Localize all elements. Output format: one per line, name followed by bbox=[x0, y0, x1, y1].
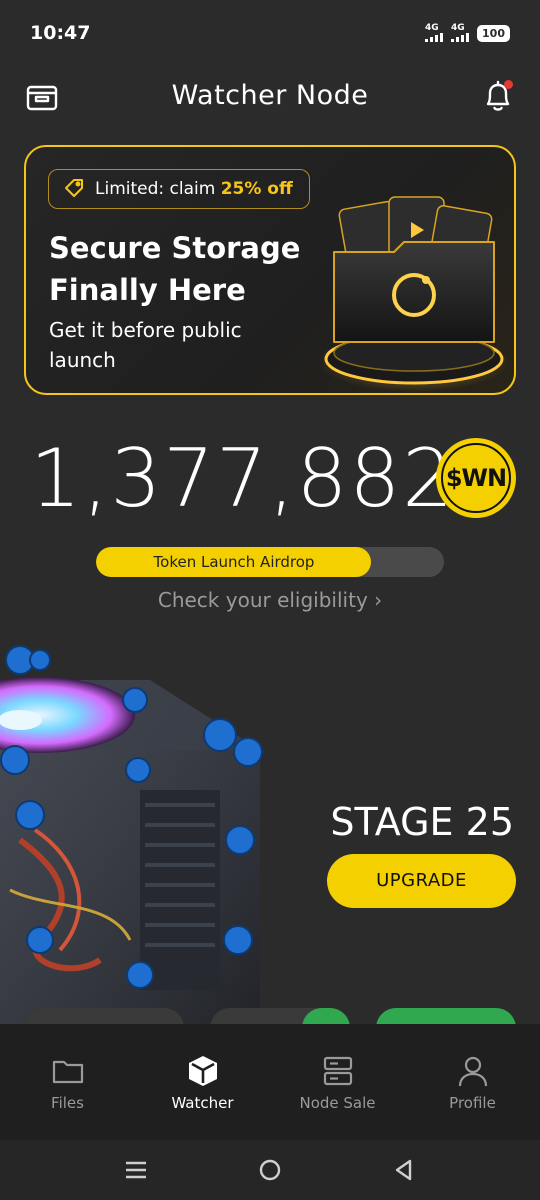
badge-highlight: 25% off bbox=[220, 179, 293, 199]
nav-item-files[interactable]: Files bbox=[0, 1024, 135, 1140]
user-icon bbox=[458, 1056, 487, 1087]
nav-item-label: Files bbox=[51, 1094, 84, 1112]
promo-subtitle: Get it before public launch bbox=[49, 318, 242, 372]
system-nav-bar bbox=[0, 1140, 540, 1200]
network-label: 4G bbox=[451, 23, 465, 33]
network-label: 4G bbox=[425, 23, 439, 33]
nav-item-label: Watcher bbox=[171, 1094, 234, 1112]
token-symbol: $WN bbox=[445, 464, 507, 492]
recents-icon[interactable] bbox=[124, 1158, 148, 1182]
airdrop-label: Token Launch Airdrop bbox=[153, 553, 315, 571]
check-eligibility-text: Check your eligibility bbox=[157, 588, 368, 612]
nav-item-label: Node Sale bbox=[299, 1094, 376, 1112]
nav-item-node-sale[interactable]: Node Sale bbox=[270, 1024, 405, 1140]
watcher-node-illustration bbox=[0, 645, 263, 1025]
app-header: Watcher Node bbox=[0, 66, 540, 132]
promo-title: Secure Storage Finally Here bbox=[49, 231, 301, 307]
chevron-right-icon: › bbox=[374, 588, 383, 612]
secure-folder-illustration bbox=[319, 196, 509, 392]
airdrop-progress-bar[interactable]: Token Launch Airdrop bbox=[96, 547, 444, 577]
node-stage: STAGE 25 bbox=[330, 800, 514, 844]
back-icon[interactable] bbox=[392, 1158, 416, 1182]
status-time: 10:47 bbox=[30, 22, 91, 44]
promo-banner[interactable]: Limited: claim 25% off Secure Storage Fi… bbox=[24, 145, 516, 395]
signal-icon: 4G bbox=[425, 23, 444, 42]
bottom-nav: Files Watcher Node Sale Profile bbox=[0, 1024, 540, 1140]
status-bar: 10:47 4G 4G 100 bbox=[0, 0, 540, 66]
status-icons: 4G 4G 100 bbox=[425, 24, 510, 42]
token-balance: 1,377,882 bbox=[30, 432, 456, 525]
nav-item-watcher[interactable]: Watcher bbox=[135, 1024, 270, 1140]
token-coin-icon: $WN bbox=[436, 438, 516, 518]
nav-item-label: Profile bbox=[449, 1094, 496, 1112]
home-icon[interactable] bbox=[258, 1158, 282, 1182]
tag-icon bbox=[65, 179, 83, 197]
page-title: Watcher Node bbox=[171, 80, 369, 111]
folder-icon bbox=[52, 1060, 83, 1084]
server-icon bbox=[323, 1056, 352, 1086]
upgrade-button[interactable]: UPGRADE bbox=[327, 854, 516, 908]
battery-icon: 100 bbox=[477, 24, 510, 42]
nav-item-profile[interactable]: Profile bbox=[405, 1024, 540, 1140]
notification-badge bbox=[504, 80, 513, 89]
discount-badge: Limited: claim 25% off bbox=[48, 169, 310, 209]
check-eligibility-link[interactable]: Check your eligibility › bbox=[0, 588, 540, 612]
signal-icon: 4G bbox=[451, 23, 470, 42]
badge-text: Limited: claim bbox=[95, 179, 221, 199]
cube-icon bbox=[188, 1056, 217, 1086]
